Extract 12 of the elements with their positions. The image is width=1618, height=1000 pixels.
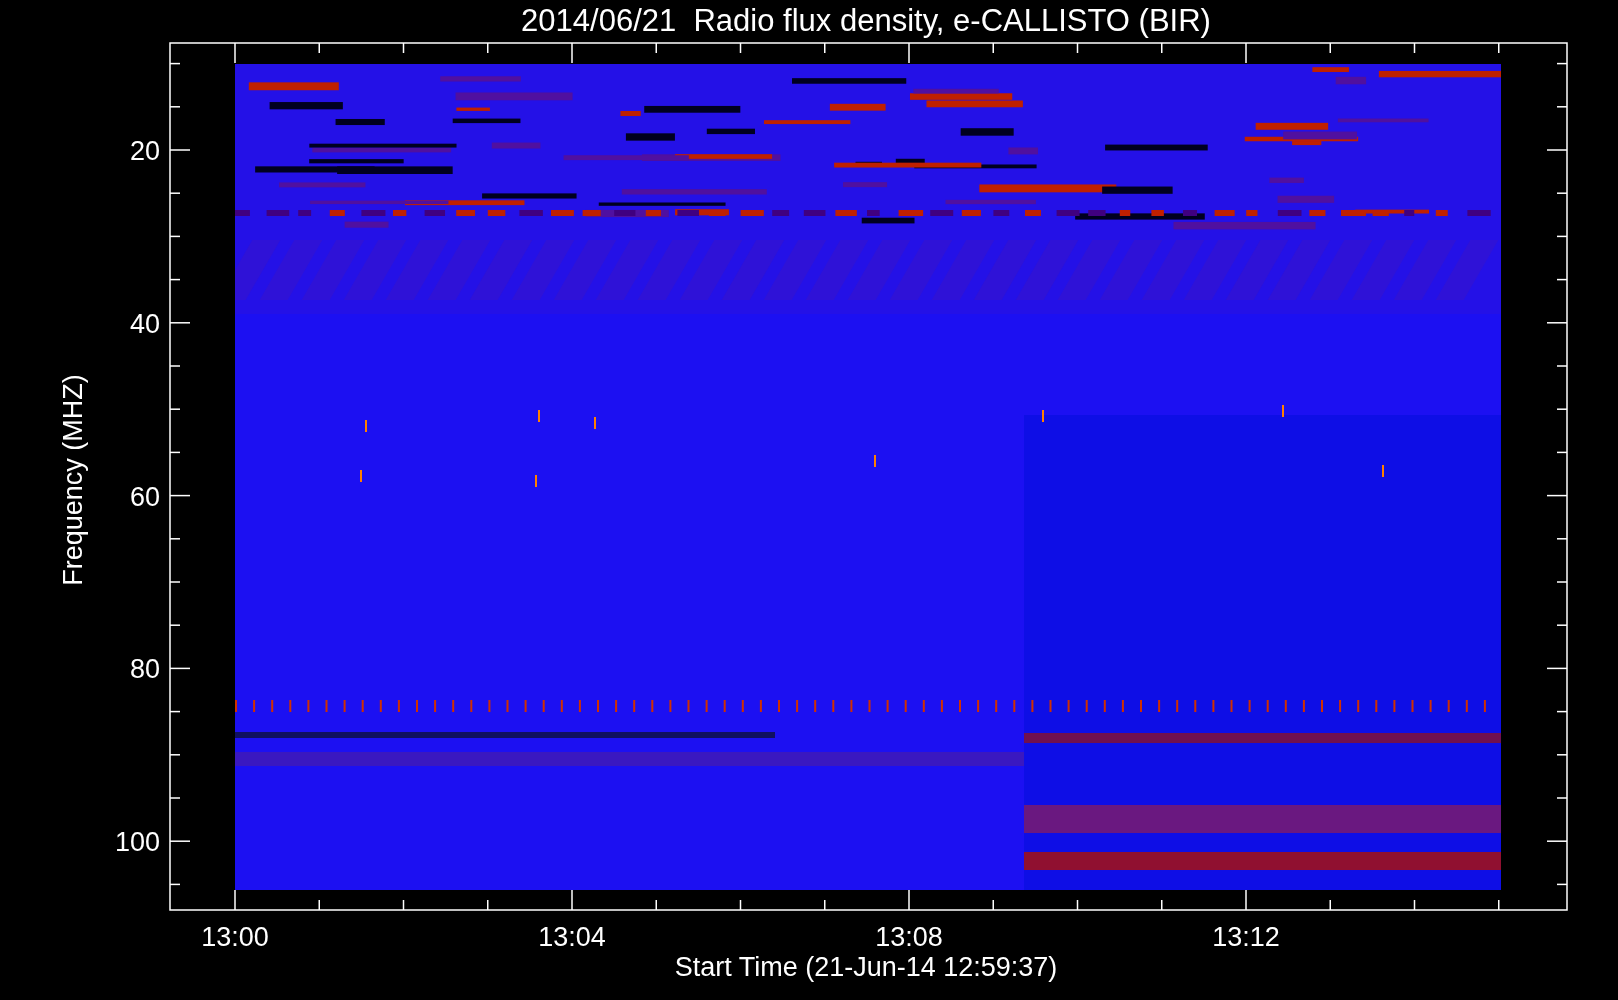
tick-label: 20 [129, 136, 160, 166]
tick-label: 40 [129, 308, 160, 339]
tick-label: 13:12 [1212, 922, 1280, 952]
axis-title: Start Time (21-Jun-14 12:59:37) [674, 952, 1058, 982]
tick-label: 13:00 [201, 922, 269, 952]
tick-label: 100 [114, 827, 160, 858]
chart-title: 2014/06/21 Radio flux density, e-CALLISTO (BIR) [521, 3, 1211, 38]
tick-label: 80 [129, 654, 160, 685]
tick-label: 13:04 [538, 922, 606, 952]
tick-label: 60 [129, 481, 160, 512]
tick-label: 13:08 [875, 922, 943, 952]
axis-title: Frequency (MHZ) [58, 374, 88, 586]
